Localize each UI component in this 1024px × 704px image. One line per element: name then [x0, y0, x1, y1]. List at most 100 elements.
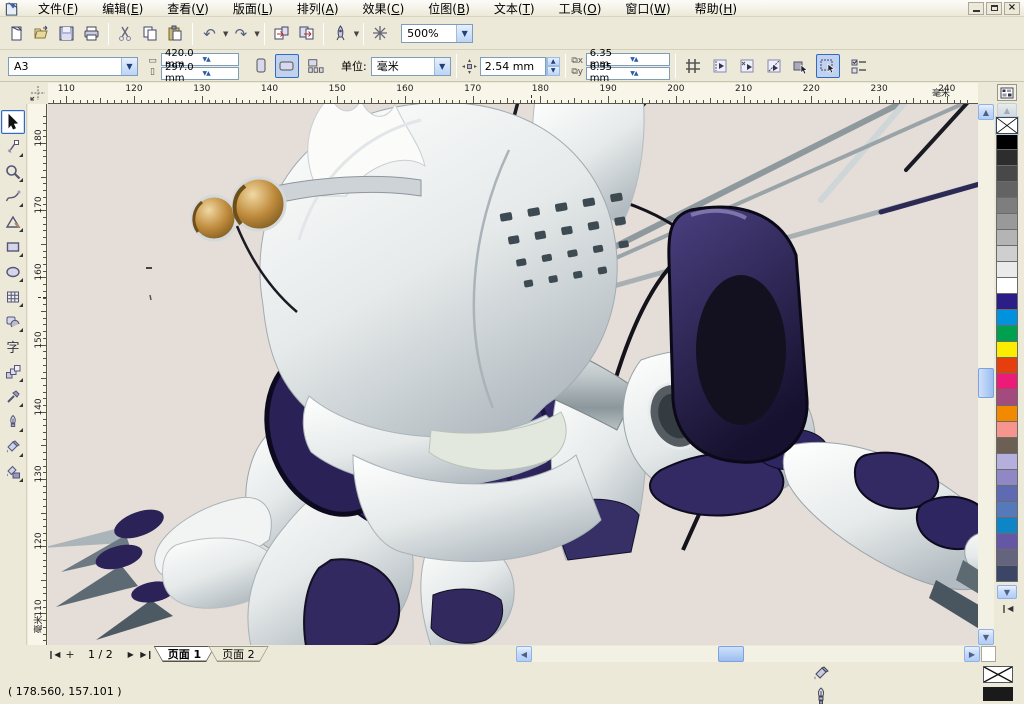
snap-to-objects-button[interactable] [735, 54, 759, 78]
chevron-down-icon[interactable]: ▼ [121, 58, 137, 75]
print-button[interactable] [79, 21, 104, 46]
units-combo[interactable]: 毫米▼ [371, 57, 451, 76]
horizontal-ruler[interactable]: 毫米 1101201301401501601701801902002102202… [48, 83, 978, 104]
chevron-down-icon[interactable]: ▼ [254, 30, 259, 38]
restore-button[interactable] [986, 2, 1002, 15]
menu-O[interactable]: 工具(O) [547, 0, 614, 18]
paste-button[interactable] [163, 21, 188, 46]
new-button[interactable] [4, 21, 29, 46]
pick-tool[interactable] [1, 110, 25, 134]
rectangle-tool[interactable] [1, 235, 25, 259]
spinner-icon[interactable]: ▼▲ [627, 56, 669, 63]
vertical-scroll-thumb[interactable] [978, 368, 994, 398]
menu-L[interactable]: 版面(L) [221, 0, 285, 18]
duplicate-y-field[interactable]: 6.35 mm▼▲ [586, 67, 670, 80]
palette-expand-icon[interactable]: ❙◀ [1000, 602, 1014, 614]
menu-V[interactable]: 查看(V) [155, 0, 221, 18]
menu-T[interactable]: 文本(T) [482, 0, 547, 18]
chevron-down-icon[interactable]: ▼ [354, 30, 359, 38]
export-button[interactable] [294, 21, 319, 46]
corel-online-button[interactable] [368, 21, 393, 46]
zoom-level-combo[interactable]: 500%▼ [401, 24, 473, 43]
snap-to-guidelines-button[interactable] [708, 54, 732, 78]
add-page-button[interactable]: + [62, 647, 78, 661]
no-fill-swatch[interactable] [996, 117, 1018, 134]
freehand-tool[interactable] [1, 185, 25, 209]
spinner-icon[interactable]: ▼▲ [200, 56, 239, 63]
outline-tool[interactable] [1, 410, 25, 434]
text-tool[interactable]: 字 [1, 335, 25, 359]
copy-button[interactable] [138, 21, 163, 46]
ruler-origin[interactable] [28, 83, 48, 104]
vertical-scrollbar[interactable]: ▲ ▼ [978, 104, 994, 645]
scroll-right-icon[interactable]: ▶ [964, 646, 980, 662]
color-swatch[interactable] [996, 469, 1018, 486]
color-swatch[interactable] [996, 245, 1018, 262]
color-swatch[interactable] [996, 405, 1018, 422]
paper-type-combo[interactable]: A3▼ [8, 57, 138, 76]
horizontal-scroll-thumb[interactable] [718, 646, 744, 662]
color-swatch[interactable] [996, 213, 1018, 230]
page-tab-2[interactable]: 页面 2 [208, 646, 269, 662]
scroll-left-icon[interactable]: ◀ [516, 646, 532, 662]
page-tab-1[interactable]: 页面 1 [154, 646, 215, 662]
menu-C[interactable]: 效果(C) [351, 0, 417, 18]
basic-shapes-tool[interactable] [1, 310, 25, 334]
color-swatch[interactable] [996, 181, 1018, 198]
scroll-down-icon[interactable]: ▼ [978, 629, 994, 645]
vertical-ruler[interactable]: 毫米 110120130140150160170180 [28, 104, 47, 645]
color-swatch[interactable] [996, 437, 1018, 454]
nudge-offset-field[interactable]: 2.54 mm [480, 57, 546, 76]
color-swatch[interactable] [996, 533, 1018, 550]
fill-tool[interactable] [1, 435, 25, 459]
color-swatch[interactable] [996, 453, 1018, 470]
redo-button[interactable]: ↷ [228, 21, 253, 46]
paper-height-field[interactable]: 297.0 mm▼▲ [161, 67, 239, 80]
undo-button[interactable]: ↶ [197, 21, 222, 46]
horizontal-scrollbar[interactable]: ◀ ▶ [516, 646, 980, 662]
menu-B[interactable]: 位图(B) [416, 0, 482, 18]
color-swatch[interactable] [996, 165, 1018, 182]
resize-grip[interactable] [981, 646, 996, 662]
close-button[interactable]: × [1004, 2, 1020, 15]
minimize-button[interactable] [968, 2, 984, 15]
treat-as-filled-button[interactable] [789, 54, 813, 78]
color-swatch[interactable] [996, 501, 1018, 518]
dynamic-guides-button[interactable] [762, 54, 786, 78]
color-swatch[interactable] [996, 421, 1018, 438]
nudge-spinner[interactable]: ▲▼ [546, 57, 560, 76]
color-swatch[interactable] [996, 133, 1018, 150]
interactive-blend-tool[interactable] [1, 360, 25, 384]
marquee-select-button[interactable] [816, 54, 840, 78]
spinner-icon[interactable]: ▼▲ [627, 70, 669, 77]
palette-scroll-up-icon[interactable]: ▲ [997, 103, 1017, 117]
chevron-down-icon[interactable]: ▼ [456, 25, 472, 42]
next-page-button[interactable]: ▶ [123, 647, 139, 661]
ellipse-tool[interactable] [1, 260, 25, 284]
zoom-tool[interactable] [1, 160, 25, 184]
menu-W[interactable]: 窗口(W) [613, 0, 682, 18]
landscape-button[interactable] [275, 54, 299, 78]
application-launcher-button[interactable] [328, 21, 353, 46]
options-button[interactable] [847, 54, 871, 78]
first-page-button[interactable]: ❙◀ [46, 647, 62, 661]
color-swatch[interactable] [996, 229, 1018, 246]
color-swatch[interactable] [996, 277, 1018, 294]
scroll-up-icon[interactable]: ▲ [978, 104, 994, 120]
menu-F[interactable]: 文件(F) [26, 0, 90, 18]
color-swatch[interactable] [996, 261, 1018, 278]
smart-drawing-tool[interactable] [1, 210, 25, 234]
palette-options-icon[interactable] [997, 84, 1017, 101]
open-button[interactable] [29, 21, 54, 46]
last-page-button[interactable]: ▶❙ [139, 647, 155, 661]
palette-scroll-down-icon[interactable]: ▼ [997, 585, 1017, 599]
color-swatch[interactable] [996, 309, 1018, 326]
color-swatch[interactable] [996, 357, 1018, 374]
snap-to-grid-button[interactable] [681, 54, 705, 78]
menu-E[interactable]: 编辑(E) [90, 0, 155, 18]
shape-tool[interactable] [1, 135, 25, 159]
menu-H[interactable]: 帮助(H) [683, 0, 749, 18]
color-swatch[interactable] [996, 389, 1018, 406]
chevron-down-icon[interactable]: ▼ [434, 58, 450, 75]
import-button[interactable] [269, 21, 294, 46]
